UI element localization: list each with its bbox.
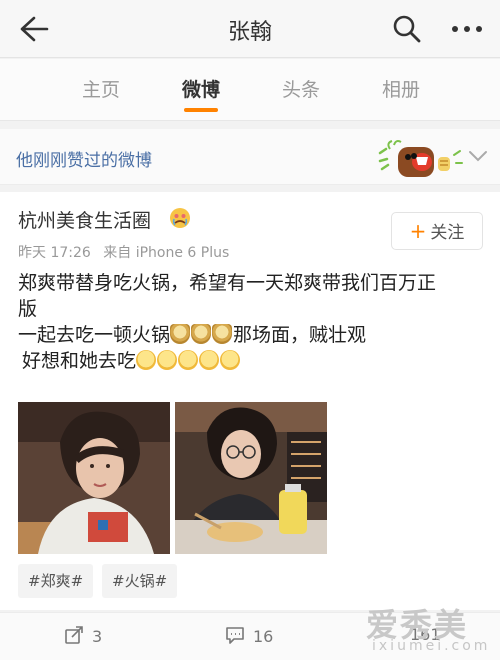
mascot-sticker-icon — [378, 140, 463, 177]
tab-headlines[interactable]: 头条 — [266, 75, 336, 102]
repost-count: 3 — [92, 627, 103, 646]
liked-section-label: 他刚刚赞过的微博 — [16, 151, 152, 171]
follow-button[interactable]: + 关注 — [391, 212, 483, 250]
post-text-line: 郑爽带替身吃火锅，希望有一天郑爽带我们百万正 — [18, 272, 437, 294]
post-text-line: 一起去吃一顿火锅 那场面，贼壮观 — [18, 322, 488, 348]
post-meta: 昨天 17:26 来自 iPhone 6 Plus — [18, 242, 229, 262]
hotpot-emoji-icon — [212, 324, 233, 344]
topic-tag[interactable]: #火锅# — [102, 564, 178, 598]
laughing-emoji-icon — [136, 350, 157, 370]
post-text-line: 版 — [18, 298, 38, 320]
follow-plus-icon: + — [409, 219, 427, 243]
hotpot-emoji-icon — [170, 324, 191, 344]
post-card: 杭州美食生活圈 昨天 17:26 来自 iPhone 6 Plus + 关注 郑爽… — [0, 192, 500, 610]
post-text: 郑爽带替身吃火锅，希望有一天郑爽带我们百万正 版 一起去吃一顿火锅 那场面，贼壮观… — [18, 270, 488, 374]
page-title: 张翰 — [227, 20, 272, 45]
follow-label: 关注 — [430, 223, 465, 243]
comment-icon — [226, 627, 244, 644]
crying-face-icon — [170, 208, 190, 228]
post-text-segment: 那场面，贼壮观 — [233, 324, 367, 346]
laughing-emoji-icon — [157, 350, 178, 370]
comment-button[interactable]: 16 — [225, 625, 273, 646]
post-photo[interactable] — [18, 402, 170, 554]
repost-button[interactable]: 3 — [64, 625, 102, 646]
tab-weibo[interactable]: 微博 — [166, 75, 236, 102]
topic-tag[interactable]: #郑爽# — [18, 564, 94, 598]
post-time: 昨天 17:26 — [18, 245, 91, 261]
post-source: 来自 iPhone 6 Plus — [103, 245, 230, 261]
liked-section-header[interactable]: 他刚刚赞过的微博 — [0, 129, 500, 185]
tab-album[interactable]: 相册 — [366, 75, 436, 102]
search-icon[interactable] — [391, 13, 423, 45]
post-text-segment: 好想和她去吃 — [22, 350, 137, 372]
laughing-emoji-icon — [199, 350, 220, 370]
repost-icon — [65, 626, 83, 644]
tab-home[interactable]: 主页 — [66, 75, 136, 102]
post-text-line: 好想和她去吃 — [18, 348, 488, 374]
more-dots-icon[interactable] — [447, 13, 487, 45]
post-text-segment: 一起去吃一顿火锅 — [18, 324, 171, 346]
watermark-domain: ixiumei.com — [372, 638, 491, 654]
top-bar: 张翰 — [0, 0, 500, 58]
post-photo[interactable] — [175, 402, 327, 554]
hotpot-emoji-icon — [191, 324, 212, 344]
chevron-down-icon[interactable] — [466, 146, 490, 166]
profile-tabs: 主页 微博 头条 相册 — [0, 59, 500, 121]
active-tab-indicator — [184, 108, 218, 112]
post-author[interactable]: 杭州美食生活圈 — [18, 206, 151, 233]
comment-count: 16 — [253, 627, 274, 646]
laughing-emoji-icon — [178, 350, 199, 370]
watermark: 爱秀美 ixiumei.com — [366, 600, 490, 656]
laughing-emoji-icon — [220, 350, 241, 370]
